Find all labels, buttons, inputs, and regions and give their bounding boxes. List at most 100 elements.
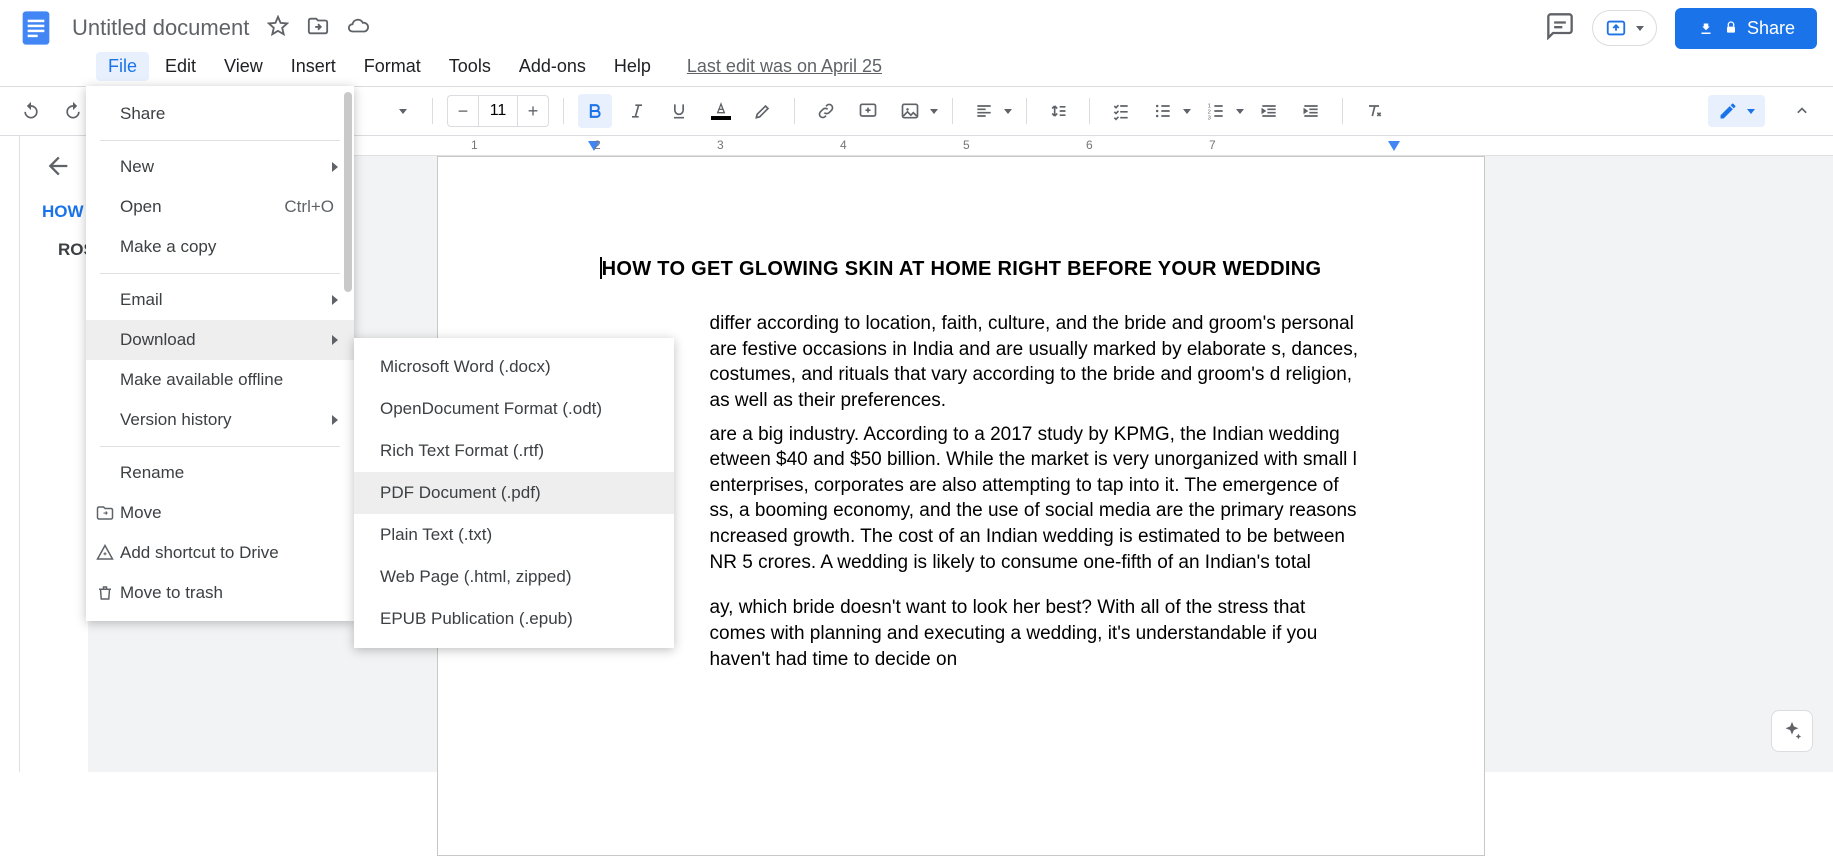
bullet-list-group[interactable]: [1146, 94, 1191, 128]
separator: [1089, 98, 1090, 124]
comment-history-icon[interactable]: [1546, 12, 1574, 45]
menu-item-make-copy[interactable]: Make a copy: [86, 227, 354, 267]
outline-item-2[interactable]: ROS: [58, 240, 80, 260]
menu-insert[interactable]: Insert: [279, 52, 348, 81]
menu-help[interactable]: Help: [602, 52, 663, 81]
bullet-list-icon: [1146, 94, 1180, 128]
menu-bar: File Edit View Insert Format Tools Add-o…: [0, 52, 1833, 86]
separator: [100, 446, 340, 447]
menu-tools[interactable]: Tools: [437, 52, 503, 81]
submenu-item-epub[interactable]: EPUB Publication (.epub): [354, 598, 674, 640]
menu-view[interactable]: View: [212, 52, 275, 81]
separator: [432, 98, 433, 124]
present-button[interactable]: [1592, 10, 1657, 46]
underline-icon[interactable]: [662, 94, 696, 128]
align-group[interactable]: [967, 94, 1012, 128]
indent-increase-icon[interactable]: [1294, 94, 1328, 128]
move-folder-icon[interactable]: [307, 15, 329, 42]
menu-edit[interactable]: Edit: [153, 52, 208, 81]
menu-item-share[interactable]: Share: [86, 94, 354, 134]
menu-item-email[interactable]: Email: [86, 280, 354, 320]
font-size-input[interactable]: [478, 96, 518, 126]
menu-format[interactable]: Format: [352, 52, 433, 81]
close-outline-icon[interactable]: [44, 152, 74, 182]
menu-label: Open: [120, 197, 162, 217]
ruler-num: 2: [594, 138, 601, 152]
menu-item-new[interactable]: New: [86, 147, 354, 187]
outline-panel: HOW ROS: [20, 136, 88, 772]
font-size-decrease[interactable]: −: [448, 96, 478, 126]
document-title[interactable]: Untitled document: [72, 15, 249, 41]
submenu-item-html[interactable]: Web Page (.html, zipped): [354, 556, 674, 598]
menu-item-download[interactable]: Download: [86, 320, 354, 360]
outline-label: HOW: [42, 202, 84, 222]
last-edit-link[interactable]: Last edit was on April 25: [687, 56, 882, 77]
submenu-item-odt[interactable]: OpenDocument Format (.odt): [354, 388, 674, 430]
add-comment-icon[interactable]: [851, 94, 885, 128]
font-size-group: − +: [447, 95, 549, 127]
cloud-status-icon[interactable]: [347, 15, 369, 42]
redo-icon[interactable]: [56, 94, 90, 128]
ruler-num: 5: [963, 138, 970, 152]
checklist-group[interactable]: [1104, 94, 1138, 128]
hide-menus-icon[interactable]: [1785, 94, 1819, 128]
menu-item-add-shortcut[interactable]: Add shortcut to Drive: [86, 533, 354, 573]
submenu-item-pdf[interactable]: PDF Document (.pdf): [354, 472, 674, 514]
share-button[interactable]: Share: [1675, 8, 1817, 49]
separator: [952, 98, 953, 124]
menu-item-version-history[interactable]: Version history: [86, 400, 354, 440]
submenu-caret-icon: [332, 162, 338, 172]
drive-shortcut-icon: [96, 544, 114, 562]
chevron-down-icon: [1004, 109, 1012, 114]
align-icon: [967, 94, 1001, 128]
submenu-item-docx[interactable]: Microsoft Word (.docx): [354, 346, 674, 388]
title-icon-group: [267, 15, 369, 42]
menu-file[interactable]: File: [96, 52, 149, 81]
editing-mode-button[interactable]: [1708, 95, 1765, 127]
insert-link-icon[interactable]: [809, 94, 843, 128]
docs-logo-icon[interactable]: [16, 1, 56, 56]
insert-image-group[interactable]: [893, 94, 938, 128]
indent-decrease-icon[interactable]: [1252, 94, 1286, 128]
explore-button[interactable]: [1771, 710, 1813, 752]
menu-addons[interactable]: Add-ons: [507, 52, 598, 81]
undo-icon[interactable]: [14, 94, 48, 128]
folder-move-icon: [96, 504, 114, 522]
menu-item-offline[interactable]: Make available offline: [86, 360, 354, 400]
menu-item-open[interactable]: Open Ctrl+O: [86, 187, 354, 227]
menu-item-move[interactable]: Move: [86, 493, 354, 533]
bold-icon[interactable]: [578, 94, 612, 128]
clear-formatting-icon[interactable]: [1357, 94, 1391, 128]
ruler-right-marker[interactable]: [1388, 141, 1400, 151]
left-gutter: [0, 136, 20, 772]
submenu-caret-icon: [332, 335, 338, 345]
italic-icon[interactable]: [620, 94, 654, 128]
menu-label: Email: [120, 290, 163, 310]
menu-label: Add shortcut to Drive: [120, 543, 279, 563]
star-icon[interactable]: [267, 15, 289, 42]
chevron-down-icon: [1236, 109, 1244, 114]
document-paragraph: ay, which bride doesn't want to look her…: [560, 595, 1362, 672]
submenu-item-txt[interactable]: Plain Text (.txt): [354, 514, 674, 556]
ruler-num: 1: [471, 138, 478, 152]
menu-label: Make available offline: [120, 370, 283, 390]
highlight-icon[interactable]: [746, 94, 780, 128]
menu-label: Move to trash: [120, 583, 223, 603]
text-color-icon[interactable]: [704, 94, 738, 128]
menu-item-trash[interactable]: Move to trash: [86, 573, 354, 613]
outline-item-1[interactable]: HOW: [32, 202, 80, 222]
menu-item-rename[interactable]: Rename: [86, 453, 354, 493]
ruler-num: 7: [1209, 138, 1216, 152]
menu-label: Download: [120, 330, 196, 350]
font-size-increase[interactable]: +: [518, 96, 548, 126]
line-spacing-icon: [1041, 94, 1075, 128]
submenu-item-rtf[interactable]: Rich Text Format (.rtf): [354, 430, 674, 472]
shortcut-label: Ctrl+O: [284, 197, 334, 217]
separator: [100, 273, 340, 274]
separator: [1026, 98, 1027, 124]
menu-label: Share: [120, 104, 165, 124]
menu-label: Make a copy: [120, 237, 216, 257]
numbered-list-icon: 123: [1199, 94, 1233, 128]
numbered-list-group[interactable]: 123: [1199, 94, 1244, 128]
line-spacing-group[interactable]: [1041, 94, 1075, 128]
